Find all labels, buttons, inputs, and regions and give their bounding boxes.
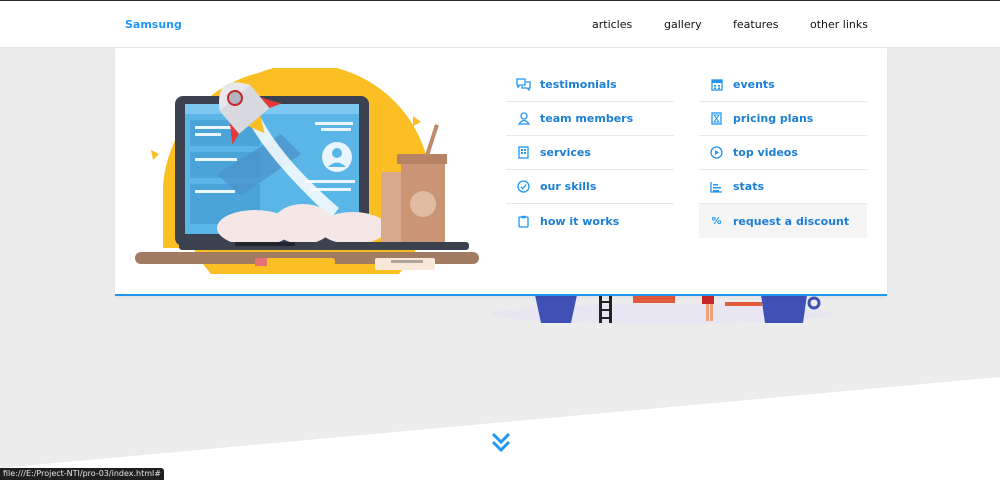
bar-chart-icon: [709, 179, 724, 194]
percent-icon: %: [711, 215, 722, 227]
menu-item-team-members[interactable]: team members: [506, 102, 674, 136]
nav-link-other-links[interactable]: other links: [810, 18, 868, 31]
menu-item-stats[interactable]: stats: [699, 170, 867, 204]
rocket-laptop-illustration: [135, 68, 479, 274]
menu-item-events[interactable]: events: [699, 68, 867, 102]
menu-item-label: how it works: [540, 214, 620, 228]
play-circle-icon: [709, 145, 724, 160]
menu-item-label: stats: [733, 180, 765, 193]
clipboard-icon: [516, 214, 531, 229]
menu-item-how-it-works[interactable]: how it works: [506, 204, 674, 238]
menu-item-label: our skills: [540, 180, 597, 193]
menu-item-pricing-plans[interactable]: pricing plans: [699, 102, 867, 136]
other-links-dropdown: testimonials team members services our s…: [115, 48, 887, 296]
menu-item-our-skills[interactable]: our skills: [506, 170, 674, 204]
menu-item-label: testimonials: [540, 78, 617, 91]
menu-item-label: events: [733, 78, 775, 91]
menu-item-testimonials[interactable]: testimonials: [506, 68, 674, 102]
user-icon: [516, 111, 531, 126]
check-circle-icon: [516, 179, 531, 194]
chat-bubbles-icon: [516, 77, 531, 92]
browser-status-bar: file:///E:/Project-NTI/pro-03/index.html…: [0, 468, 164, 480]
menu-item-request-a-discount[interactable]: % request a discount: [699, 204, 867, 238]
nav-link-articles[interactable]: articles: [592, 18, 632, 31]
menu-item-services[interactable]: services: [506, 136, 674, 170]
main-nav: articles gallery features other links: [0, 18, 1000, 34]
building-icon: [516, 145, 531, 160]
dropdown-column-2: events pricing plans top videos stats % …: [699, 68, 867, 238]
menu-item-label: pricing plans: [733, 112, 814, 125]
scroll-down-chevron-icon[interactable]: [491, 432, 511, 454]
nav-link-gallery[interactable]: gallery: [664, 18, 702, 31]
menu-item-label: team members: [540, 112, 634, 125]
menu-item-label: top videos: [733, 146, 798, 159]
menu-item-label: request a discount: [733, 214, 850, 228]
menu-item-top-videos[interactable]: top videos: [699, 136, 867, 170]
calendar-icon: [709, 77, 724, 92]
hourglass-icon: [709, 111, 724, 126]
site-header: Samsung articles gallery features other …: [0, 1, 1000, 48]
menu-item-label: services: [540, 146, 591, 159]
nav-link-features[interactable]: features: [733, 18, 778, 31]
dropdown-column-1: testimonials team members services our s…: [506, 68, 674, 238]
